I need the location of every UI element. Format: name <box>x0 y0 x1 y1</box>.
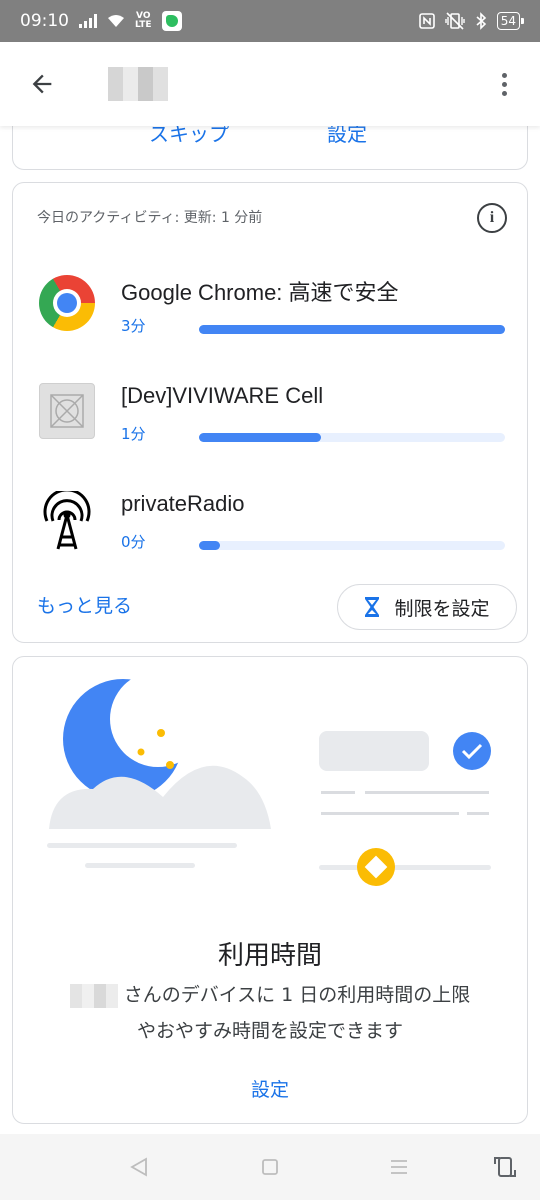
usage-card: 利用時間 さんのデバイスに 1 日の利用時間の上限 やおやすみ時間を設定できます… <box>12 656 528 1124</box>
info-icon[interactable]: i <box>477 203 507 233</box>
app-row-privateradio[interactable]: privateRadio 0分 <box>13 488 527 591</box>
usage-bar <box>199 325 505 334</box>
hourglass-icon <box>365 597 380 617</box>
activity-header: 今日のアクティビティ: 更新: 1 分前 <box>37 210 263 226</box>
rotate-screen-button[interactable] <box>490 1152 520 1182</box>
usage-bar <box>199 433 505 442</box>
chrome-icon <box>39 275 95 331</box>
status-time: 09:10 <box>20 11 69 31</box>
nav-back-button[interactable] <box>124 1152 154 1182</box>
usage-bar <box>199 541 505 550</box>
app-row-viviware[interactable]: [Dev]VIVIWARE Cell 1分 <box>13 383 527 483</box>
set-limit-button[interactable]: 制限を設定 <box>337 584 517 630</box>
arrow-back-icon <box>32 74 52 94</box>
wifi-icon <box>108 15 124 27</box>
child-name-blurred <box>69 983 118 1008</box>
nfc-icon <box>418 13 435 29</box>
evernote-icon <box>161 11 182 31</box>
signal-icon <box>79 14 97 28</box>
app-time: 1分 <box>121 425 146 443</box>
back-button[interactable] <box>12 54 72 114</box>
status-bar: 09:10 VO LTE 54 <box>0 0 540 42</box>
radio-tower-icon <box>39 488 95 550</box>
set-limit-label: 制限を設定 <box>394 597 490 620</box>
rotate-icon <box>494 1157 516 1177</box>
usage-description: さんのデバイスに 1 日の利用時間の上限 やおやすみ時間を設定できます <box>13 977 527 1049</box>
nav-recents-button[interactable] <box>384 1152 414 1182</box>
more-options-button[interactable] <box>484 54 524 114</box>
usage-settings-link[interactable]: 設定 <box>13 1075 527 1102</box>
vibrate-icon <box>445 12 465 30</box>
app-name: privateRadio <box>121 491 245 516</box>
app-row-chrome[interactable]: Google Chrome: 高速で安全 3分 <box>13 275 527 375</box>
app-name: [Dev]VIVIWARE Cell <box>121 383 324 408</box>
app-bar <box>0 42 540 126</box>
app-time: 0分 <box>121 533 146 551</box>
nav-home-button[interactable] <box>255 1152 285 1182</box>
bedtime-illustration <box>47 671 491 886</box>
viviware-cell-icon <box>39 383 95 439</box>
triangle-back-icon <box>130 1157 147 1177</box>
more-vert-icon <box>501 72 507 78</box>
activity-card: 今日のアクティビティ: 更新: 1 分前 i Google Chrome: 高速… <box>12 182 528 643</box>
battery-icon: 54 <box>496 12 525 30</box>
navigation-bar <box>0 1134 540 1200</box>
usage-title: 利用時間 <box>217 941 322 971</box>
child-name-blurred <box>108 67 168 101</box>
bluetooth-icon <box>476 12 486 30</box>
menu-lines-icon <box>391 1160 407 1174</box>
app-time: 3分 <box>121 317 146 335</box>
see-more-link[interactable]: もっと見る <box>37 591 132 618</box>
square-home-icon <box>262 1159 278 1175</box>
app-name: Google Chrome: 高速で安全 <box>121 280 399 305</box>
volte-icon: VO LTE <box>135 11 152 30</box>
